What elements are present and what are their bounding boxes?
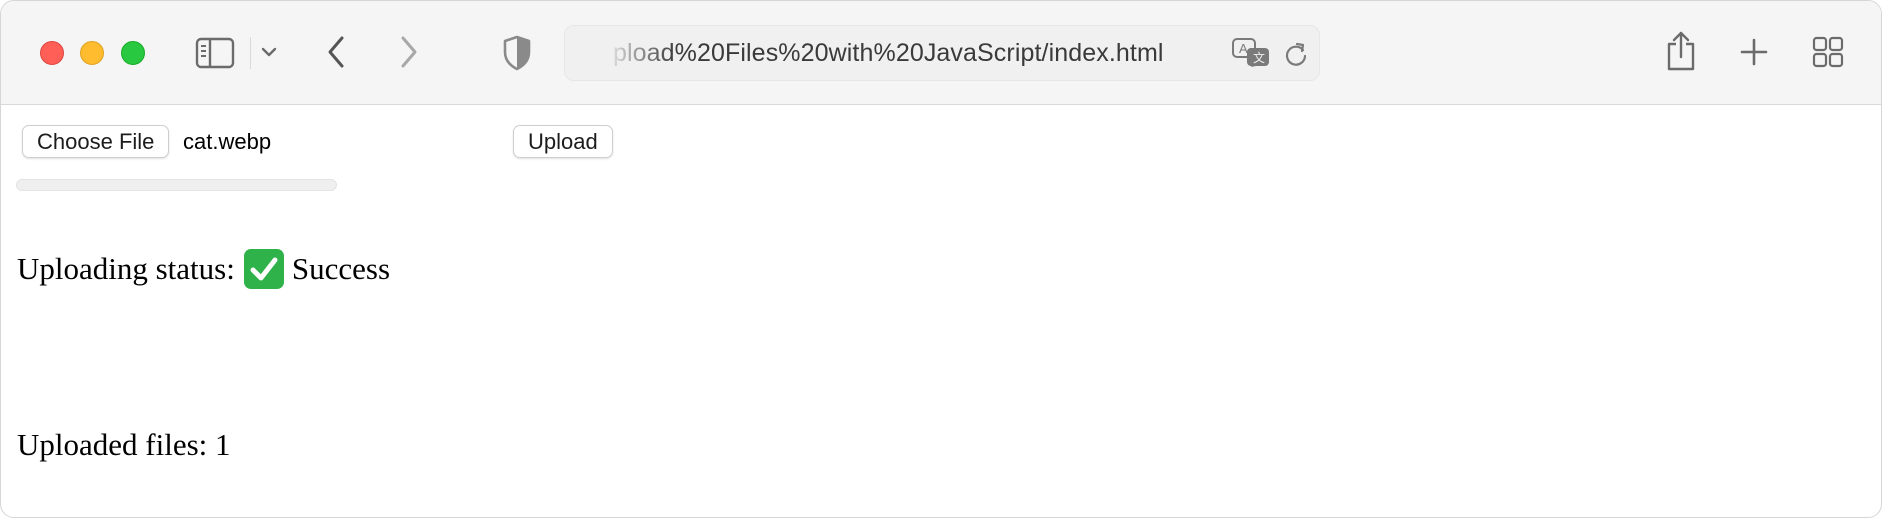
page-content: Choose File cat.webp Upload Uploading st… — [1, 105, 1881, 517]
svg-text:A: A — [1239, 41, 1248, 56]
choose-file-button[interactable]: Choose File — [22, 125, 170, 158]
translate-icon[interactable]: A 文 — [1231, 36, 1271, 70]
maximize-window-button[interactable] — [121, 41, 145, 65]
check-mark-button-icon — [243, 249, 284, 289]
upload-button[interactable]: Upload — [513, 125, 613, 158]
reload-icon[interactable] — [1282, 40, 1310, 68]
upload-status-value: Success — [291, 251, 391, 286]
shield-icon[interactable] — [499, 33, 535, 73]
address-url: pload%20Files%20with%20JavaScript/index.… — [613, 39, 1164, 67]
upload-status-label: Uploading status: — [17, 251, 235, 286]
selected-file-name: cat.webp — [183, 129, 272, 154]
address-bar[interactable]: pload%20Files%20with%20JavaScript/index.… — [564, 25, 1320, 81]
browser-toolbar: pload%20Files%20with%20JavaScript/index.… — [1, 1, 1881, 105]
share-icon[interactable] — [1663, 29, 1699, 73]
upload-status: Uploading status: Success — [17, 247, 390, 291]
browser-window: pload%20Files%20with%20JavaScript/index.… — [0, 0, 1882, 518]
uploaded-files-count: Uploaded files: 1 — [17, 427, 231, 462]
plus-icon[interactable] — [1737, 35, 1771, 69]
upload-progress-bar — [16, 179, 337, 191]
minimize-window-button[interactable] — [80, 41, 104, 65]
toolbar-divider — [250, 37, 251, 69]
close-window-button[interactable] — [40, 41, 64, 65]
sidebar-icon[interactable] — [194, 35, 236, 71]
grid-icon[interactable] — [1811, 35, 1845, 69]
chevron-left-icon[interactable] — [319, 33, 353, 71]
address-fade — [565, 26, 675, 80]
svg-text:文: 文 — [1253, 50, 1265, 65]
chevron-down-icon[interactable] — [258, 41, 280, 63]
chevron-right-icon[interactable] — [392, 33, 426, 71]
